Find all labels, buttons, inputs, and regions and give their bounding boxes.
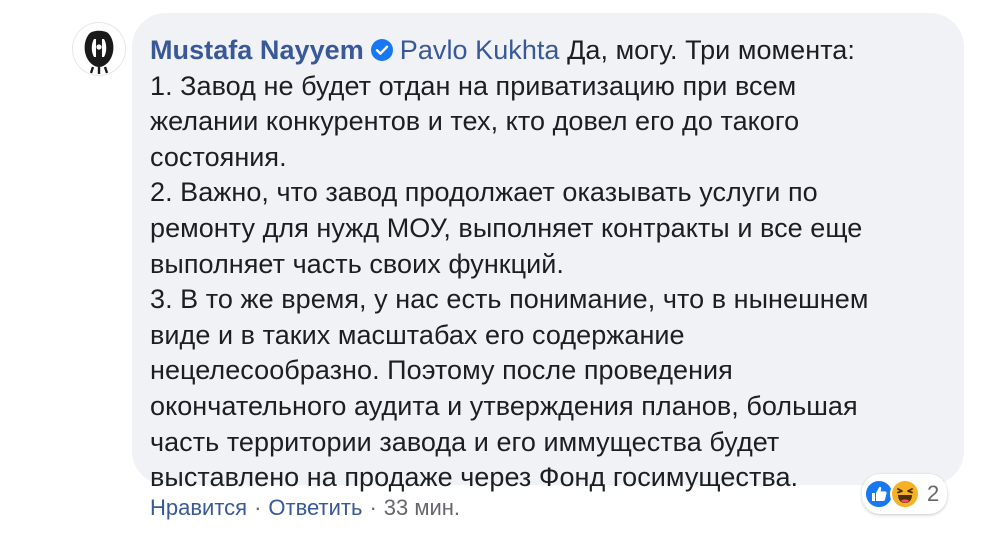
timestamp-link[interactable]: 33 мин. — [384, 495, 460, 521]
reactions-summary[interactable]: 2 — [862, 474, 948, 514]
comment-line: желании конкурентов и тех, кто довел его… — [150, 106, 800, 137]
verified-badge-icon — [370, 38, 394, 62]
comment-line: 1. Завод не будет отдан на приватизацию … — [150, 70, 797, 101]
comment-line: нецелесообразно. Поэтому после проведени… — [150, 355, 733, 386]
comment-line: Да, могу. Три момента: — [567, 35, 855, 65]
comment-line: состояния. — [150, 141, 287, 172]
comment-first-line: Mustafa Nayyem Pavlo Kukhta Да, могу. Три… — [150, 33, 942, 69]
like-button[interactable]: Нравится — [150, 495, 247, 521]
comment-line: виде и в таких масштабах его содержание — [150, 319, 685, 350]
reply-button[interactable]: Ответить — [268, 495, 362, 521]
comment-body: Mustafa Nayyem Pavlo Kukhta Да, могу. Три… — [150, 33, 942, 496]
haha-icon — [890, 479, 920, 509]
comment-bubble: Mustafa Nayyem Pavlo Kukhta Да, могу. Три… — [132, 13, 964, 492]
comment-line: ремонту для нужд МОУ, выполняет контракт… — [150, 212, 863, 243]
comment-line: 2. Важно, что завод продолжает оказывать… — [150, 177, 818, 208]
comment-line: 3. В то же время, у нас есть понимание, … — [150, 284, 869, 315]
mention-link[interactable]: Pavlo Kukhta — [400, 35, 560, 65]
separator-dot: · — [369, 495, 377, 520]
comment-line: выполняет часть своих функций. — [150, 248, 564, 279]
reaction-count: 2 — [927, 481, 940, 506]
comment-line: окончательного аудита и утверждения план… — [150, 390, 858, 421]
author-avatar[interactable] — [72, 22, 126, 76]
comment-line: выставлено на продаже через Фонд госимущ… — [150, 462, 799, 493]
avatar-image — [73, 23, 125, 75]
comment-line: часть территории завода и его иммущества… — [150, 426, 780, 457]
comment-actions: Нравится · Ответить · 33 мин. — [150, 495, 460, 521]
author-name[interactable]: Mustafa Nayyem — [150, 35, 364, 65]
separator-dot: · — [254, 495, 262, 520]
